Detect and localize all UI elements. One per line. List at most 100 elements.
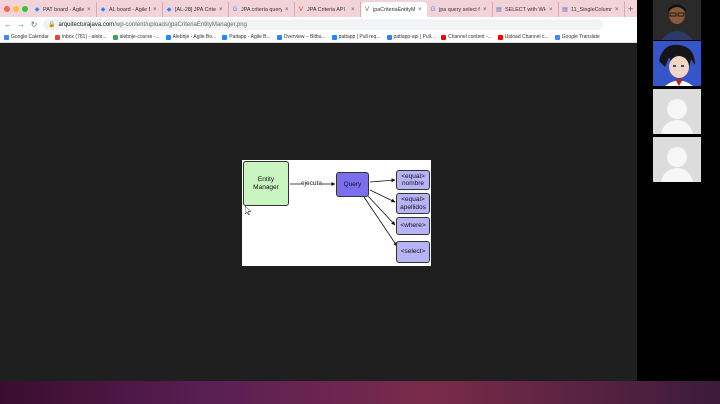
- bookmark-favicon-icon: [4, 34, 9, 40]
- bookmark-label: pattapp-api | Pull...: [393, 34, 436, 40]
- browser-tab[interactable]: G JPA criteria query ×: [229, 2, 295, 17]
- tab-label: 11_SingleColumnS: [571, 6, 612, 13]
- tab-bar: ◆PAT board - Agile B×◆AL board - Agile B…: [0, 0, 637, 17]
- search-icon: G: [232, 6, 238, 13]
- bookmark-favicon-icon: [222, 34, 228, 40]
- atlassian-icon: ◆: [166, 6, 172, 13]
- edge-query-r1: [369, 178, 396, 183]
- bookmark-item[interactable]: Channel content -...: [441, 34, 492, 40]
- page-icon: ▤: [496, 6, 502, 13]
- bookmark-favicon-icon: [497, 34, 503, 40]
- close-tab-icon[interactable]: ×: [418, 7, 423, 13]
- tab-label: JPA Criteria API: [307, 6, 345, 13]
- select-node: <select>: [396, 241, 430, 263]
- bookmark-favicon-icon: [441, 34, 447, 40]
- equal-apellidos-node: <equal> apellidos: [396, 193, 430, 214]
- participant-avatar-anime[interactable]: [653, 41, 701, 86]
- close-tab-icon[interactable]: ×: [87, 7, 92, 13]
- bookmark-item[interactable]: Overview – Bitbu...: [276, 34, 326, 40]
- bookmark-label: Overview – Bitbu...: [283, 34, 326, 40]
- bookmark-item[interactable]: Upload Channel c...: [497, 34, 549, 40]
- bookmark-label: Google Translate: [561, 34, 600, 40]
- bookmark-item[interactable]: pattapp-api | Pull...: [386, 34, 436, 40]
- window-controls: [4, 5, 28, 12]
- close-tab-icon[interactable]: ×: [351, 7, 356, 13]
- browser-tab[interactable]: ◆ [AL-28] JPA Criteri ×: [163, 2, 229, 17]
- browser-tab[interactable]: ▤SELECT with WHER×: [493, 2, 559, 17]
- new-tab-icon[interactable]: +: [628, 4, 633, 14]
- user-placeholder-icon: [667, 99, 687, 119]
- url-path: /wp-content/uploads/jpaCriteriaEntityMan…: [114, 21, 247, 28]
- search-icon: G: [430, 6, 436, 13]
- browser-tab[interactable]: ◆PAT board - Agile B×: [31, 2, 97, 17]
- lock-icon: 🔒: [48, 22, 56, 28]
- tab-label: SELECT with WHER: [505, 6, 546, 13]
- close-tab-icon[interactable]: ×: [483, 7, 488, 13]
- participant-video-presenter[interactable]: [653, 0, 701, 40]
- close-tab-icon[interactable]: ×: [219, 7, 224, 13]
- tab-label: JPA criteria query: [241, 6, 282, 13]
- mouse-cursor-icon: [245, 206, 251, 215]
- participant-placeholder-1[interactable]: [653, 89, 701, 134]
- forward-icon[interactable]: →: [17, 20, 25, 29]
- tab-label: jpa query select fro: [439, 6, 480, 13]
- user-placeholder-icon: [667, 147, 687, 167]
- close-tab-icon[interactable]: ×: [285, 7, 290, 13]
- bookmark-favicon-icon: [112, 34, 118, 40]
- bookmark-label: Inbox (781) - alebr...: [61, 34, 107, 40]
- close-tab-icon[interactable]: ×: [549, 7, 554, 13]
- bookmark-item[interactable]: alebrije-course -...: [112, 34, 160, 40]
- browser-tab[interactable]: Gjpa query select fro ×: [427, 2, 493, 17]
- user-placeholder-body: [661, 120, 693, 134]
- bookmark-label: Google Calendar: [11, 34, 49, 40]
- presenter-webcam-icon: [653, 0, 701, 40]
- bookmark-favicon-icon: [165, 34, 171, 40]
- close-window-button[interactable]: [4, 5, 10, 12]
- browser-tab[interactable]: VjpaCriteriaEntityMa ×: [361, 2, 427, 17]
- tab-label: jpaCriteriaEntityMa: [373, 6, 415, 13]
- anime-avatar-icon: [653, 41, 701, 86]
- ejecuta-edge-label: ejecuta: [301, 180, 322, 187]
- minimize-window-button[interactable]: [13, 5, 19, 12]
- bookmark-favicon-icon: [554, 34, 560, 40]
- close-tab-icon[interactable]: ×: [153, 7, 158, 13]
- query-node: Query: [336, 172, 369, 197]
- tab-label: PAT board - Agile B: [43, 6, 84, 13]
- tab-list: ◆PAT board - Agile B×◆AL board - Agile B…: [31, 0, 625, 17]
- user-placeholder-body: [661, 168, 693, 182]
- bookmarks-bar: Google Calendar Inbox (781) - alebr... ale…: [0, 32, 637, 43]
- video-participants: [653, 0, 701, 185]
- screen: ◆PAT board - Agile B×◆AL board - Agile B…: [0, 0, 720, 404]
- browser-tab[interactable]: ▤11_SingleColumnS×: [559, 2, 625, 17]
- equal-nombre-node: <equal> nombre: [396, 170, 430, 190]
- bookmark-item[interactable]: Pattapp - Agile B...: [222, 34, 271, 40]
- bookmark-item[interactable]: Alebrije - Agile Bo...: [165, 34, 217, 40]
- bookmark-item[interactable]: pattapp | Pull req...: [331, 34, 381, 40]
- address-bar: ← → ↻ 🔒 arquitecturajava.com/wp-content/…: [0, 17, 637, 32]
- browser-tab[interactable]: V JPA Criteria API ×: [295, 2, 361, 17]
- browser-tab[interactable]: ◆AL board - Agile Bo×: [97, 2, 163, 17]
- bookmark-label: Upload Channel c...: [504, 34, 549, 40]
- atlassian-icon: ◆: [100, 6, 106, 13]
- bookmark-item[interactable]: Google Calendar: [4, 34, 49, 40]
- bookmark-item[interactable]: Google Translate: [554, 34, 600, 40]
- bookmark-item[interactable]: Inbox (781) - alebr...: [54, 34, 107, 40]
- entity-manager-node: Entity Manager: [243, 161, 289, 206]
- browser-window: ◆PAT board - Agile B×◆AL board - Agile B…: [0, 0, 637, 381]
- bookmark-favicon-icon: [331, 34, 337, 40]
- close-tab-icon[interactable]: ×: [615, 7, 620, 13]
- page-icon: ▤: [562, 6, 568, 13]
- bookmark-label: alebrije-course -...: [119, 34, 160, 40]
- participant-placeholder-2[interactable]: [653, 137, 701, 182]
- bookmark-label: pattapp | Pull req...: [338, 34, 381, 40]
- bookmark-label: Alebrije - Agile Bo...: [172, 34, 217, 40]
- entity-manager-diagram: Entity Manager ejecuta Query <equal> nom…: [242, 160, 431, 266]
- bookmark-favicon-icon: [386, 34, 392, 40]
- zoom-window-button[interactable]: [22, 5, 28, 12]
- back-icon[interactable]: ←: [4, 20, 12, 29]
- url-field[interactable]: 🔒 arquitecturajava.com/wp-content/upload…: [43, 19, 603, 30]
- atlassian-icon: ◆: [34, 6, 40, 13]
- reload-icon[interactable]: ↻: [30, 20, 38, 29]
- desktop-dock-area: [0, 381, 720, 404]
- tab-label: [AL-28] JPA Criteri: [175, 6, 216, 13]
